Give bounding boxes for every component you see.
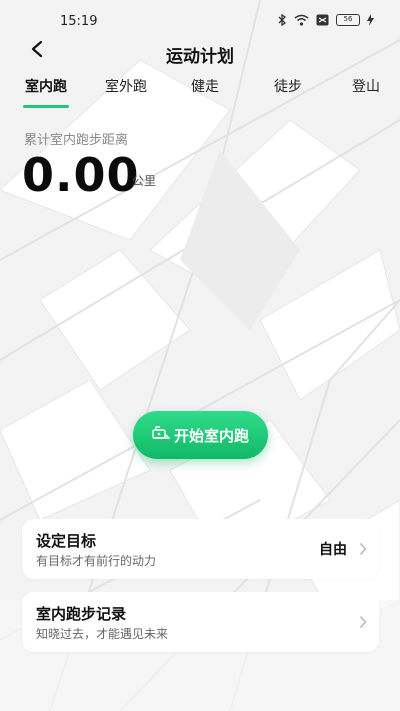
chevron-right-icon	[359, 541, 367, 560]
status-icons: 56	[278, 14, 374, 26]
card-subtitle: 知晓过去，才能遇见未来	[36, 627, 169, 641]
tab-indoor-run[interactable]: 室内跑	[23, 76, 69, 96]
card-title: 室内跑步记录	[36, 605, 127, 623]
distance-label: 累计室内跑步距离	[24, 133, 129, 148]
tab-climb[interactable]: 登山	[349, 76, 383, 96]
goal-value: 自由	[319, 542, 347, 558]
chevron-right-icon	[359, 614, 367, 633]
sim-icon	[316, 14, 329, 26]
start-button-label: 开始室内跑	[173, 426, 249, 445]
active-tab-indicator	[23, 105, 69, 108]
tab-hike[interactable]: 徒步	[271, 76, 305, 96]
page-title: 运动计划	[166, 47, 234, 67]
tab-walk[interactable]: 健走	[188, 76, 222, 96]
app-header: 运动计划	[0, 36, 400, 72]
status-time: 15:19	[60, 14, 98, 29]
distance-value: 0.00	[22, 148, 140, 202]
tab-outdoor-run[interactable]: 室外跑	[103, 76, 149, 96]
battery-icon: 56	[336, 14, 360, 26]
start-indoor-run-button[interactable]: 开始室内跑	[133, 411, 268, 459]
sport-tabs: 室内跑 室外跑 健走 徒步 登山	[0, 72, 400, 108]
card-title: 设定目标	[36, 532, 97, 550]
wifi-icon	[294, 14, 309, 26]
treadmill-icon	[152, 425, 171, 445]
charging-icon	[367, 14, 374, 26]
indoor-run-records-card[interactable]: 室内跑步记录 知晓过去，才能遇见未来	[22, 592, 379, 652]
card-subtitle: 有目标才有前行的动力	[36, 554, 157, 568]
distance-unit: 公里	[132, 174, 157, 188]
status-bar: 15:19 56	[0, 0, 400, 40]
set-goal-card[interactable]: 设定目标 有目标才有前行的动力 自由	[22, 519, 379, 579]
bluetooth-icon	[278, 14, 287, 26]
